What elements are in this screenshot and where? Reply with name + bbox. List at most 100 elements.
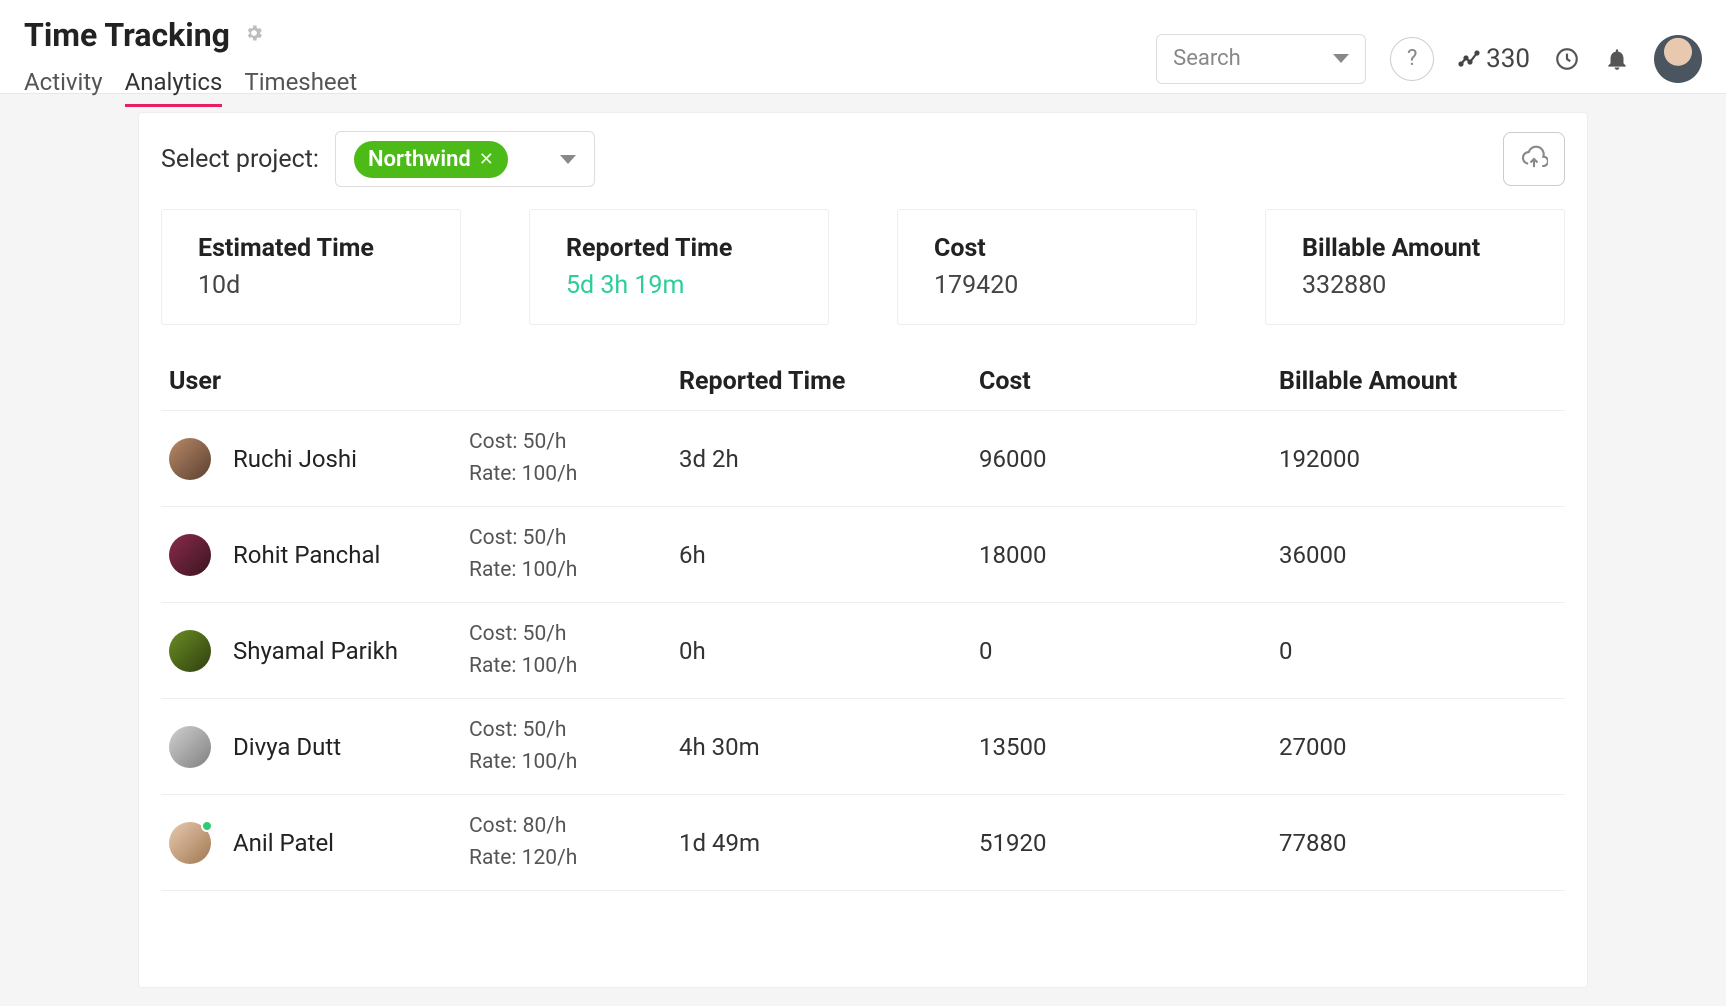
avatar [169, 438, 211, 480]
rate-line: Rate: 100/h [469, 651, 679, 683]
billable: 77880 [1279, 829, 1557, 857]
gear-icon[interactable] [244, 23, 264, 48]
header-right: Search ? 330 [1156, 10, 1702, 93]
card-value: 179420 [934, 271, 1160, 300]
cost: 18000 [979, 541, 1279, 569]
card-value: 10d [198, 271, 424, 300]
user-cell: Rohit Panchal [169, 534, 469, 576]
trend-value: 330 [1486, 44, 1530, 74]
billable: 36000 [1279, 541, 1557, 569]
billable: 0 [1279, 637, 1557, 665]
user-cell: Divya Dutt [169, 726, 469, 768]
trend-stat[interactable]: 330 [1458, 44, 1530, 74]
rate-line: Rate: 120/h [469, 843, 679, 875]
table-row[interactable]: Shyamal ParikhCost: 50/hRate: 100/h0h00 [161, 603, 1565, 699]
analytics-table: User Reported Time Cost Billable Amount … [161, 353, 1565, 891]
user-name: Rohit Panchal [233, 541, 380, 569]
reported-time: 3d 2h [679, 445, 979, 473]
help-icon[interactable]: ? [1390, 37, 1434, 81]
project-chip[interactable]: Northwind ✕ [354, 141, 508, 178]
table-row[interactable]: Ruchi Joshi Cost: 50/hRate: 100/h3d 2h960… [161, 411, 1565, 507]
table-row[interactable]: Rohit Panchal Cost: 50/hRate: 100/h6h1800… [161, 507, 1565, 603]
user-name: Ruchi Joshi [233, 445, 357, 473]
cost-line: Cost: 50/h [469, 619, 679, 651]
reported-time: 1d 49m [679, 829, 979, 857]
billable: 27000 [1279, 733, 1557, 761]
cost: 96000 [979, 445, 1279, 473]
presence-indicator [201, 820, 213, 832]
summary-card: Cost 179420 [897, 209, 1197, 325]
user-name: Anil Patel [233, 829, 334, 857]
th-user: User [169, 367, 469, 396]
export-button[interactable] [1503, 132, 1565, 186]
card-title: Estimated Time [198, 234, 424, 263]
avatar [169, 726, 211, 768]
cost-line: Cost: 50/h [469, 523, 679, 555]
th-billable: Billable Amount [1279, 367, 1557, 396]
clock-icon[interactable] [1554, 46, 1580, 72]
th-reported: Reported Time [679, 367, 979, 396]
reported-time: 6h [679, 541, 979, 569]
user-name: Shyamal Parikh [233, 637, 398, 665]
search-input[interactable]: Search [1156, 34, 1366, 84]
table-header: User Reported Time Cost Billable Amount [161, 353, 1565, 411]
reported-time: 0h [679, 637, 979, 665]
bell-icon[interactable] [1604, 46, 1630, 72]
user-cell: Ruchi Joshi [169, 438, 469, 480]
card-title: Reported Time [566, 234, 792, 263]
search-placeholder: Search [1173, 46, 1241, 71]
rate-line: Rate: 100/h [469, 555, 679, 587]
analytics-panel: Select project: Northwind ✕ Estimated Ti… [138, 112, 1588, 988]
reported-time: 4h 30m [679, 733, 979, 761]
app-header: Time Tracking Activity Analytics Timeshe… [0, 0, 1726, 94]
cost-line: Cost: 50/h [469, 427, 679, 459]
user-cell: Anil Patel [169, 822, 469, 864]
avatar [169, 534, 211, 576]
rate-cell: Cost: 80/hRate: 120/h [469, 811, 679, 874]
rate-cell: Cost: 50/hRate: 100/h [469, 619, 679, 682]
billable: 192000 [1279, 445, 1557, 473]
rate-line: Rate: 100/h [469, 459, 679, 491]
rate-cell: Cost: 50/hRate: 100/h [469, 715, 679, 778]
chevron-down-icon [560, 155, 576, 164]
tab-timesheet[interactable]: Timesheet [244, 68, 357, 107]
cost-line: Cost: 50/h [469, 715, 679, 747]
chevron-down-icon [1333, 54, 1349, 63]
card-value: 332880 [1302, 271, 1528, 300]
tabs: Activity Analytics Timesheet [24, 68, 357, 107]
table-row[interactable]: Anil Patel Cost: 80/hRate: 120/h1d 49m519… [161, 795, 1565, 891]
summary-cards: Estimated Time 10d Reported Time 5d 3h 19m C… [161, 209, 1565, 325]
tab-analytics[interactable]: Analytics [125, 68, 223, 107]
card-title: Cost [934, 234, 1160, 263]
panel-top: Select project: Northwind ✕ [161, 131, 1565, 187]
rate-cell: Cost: 50/hRate: 100/h [469, 427, 679, 490]
summary-card: Reported Time 5d 3h 19m [529, 209, 829, 325]
user-cell: Shyamal Parikh [169, 630, 469, 672]
card-value: 5d 3h 19m [566, 271, 792, 300]
rate-line: Rate: 100/h [469, 747, 679, 779]
chip-remove-icon[interactable]: ✕ [479, 149, 494, 170]
cost-line: Cost: 80/h [469, 811, 679, 843]
main-area: Select project: Northwind ✕ Estimated Ti… [0, 94, 1726, 1006]
th-cost: Cost [979, 367, 1279, 396]
table-body: Ruchi JoshiCost: 50/hRate: 100/h3d 2h960… [161, 411, 1565, 891]
table-row[interactable]: Divya Dutt Cost: 50/hRate: 100/h4h 30m135… [161, 699, 1565, 795]
cost: 0 [979, 637, 1279, 665]
summary-card: Billable Amount 332880 [1265, 209, 1565, 325]
user-avatar[interactable] [1654, 35, 1702, 83]
avatar [169, 630, 211, 672]
project-chip-label: Northwind [368, 147, 471, 172]
summary-card: Estimated Time 10d [161, 209, 461, 325]
rate-cell: Cost: 50/hRate: 100/h [469, 523, 679, 586]
project-select[interactable]: Northwind ✕ [335, 131, 595, 187]
project-filter: Select project: Northwind ✕ [161, 131, 595, 187]
header-left: Time Tracking Activity Analytics Timeshe… [24, 10, 357, 93]
card-title: Billable Amount [1302, 234, 1528, 263]
user-name: Divya Dutt [233, 733, 341, 761]
page-title: Time Tracking [24, 16, 230, 54]
cost: 13500 [979, 733, 1279, 761]
tab-activity[interactable]: Activity [24, 68, 103, 107]
avatar [169, 822, 211, 864]
cost: 51920 [979, 829, 1279, 857]
select-project-label: Select project: [161, 145, 319, 174]
